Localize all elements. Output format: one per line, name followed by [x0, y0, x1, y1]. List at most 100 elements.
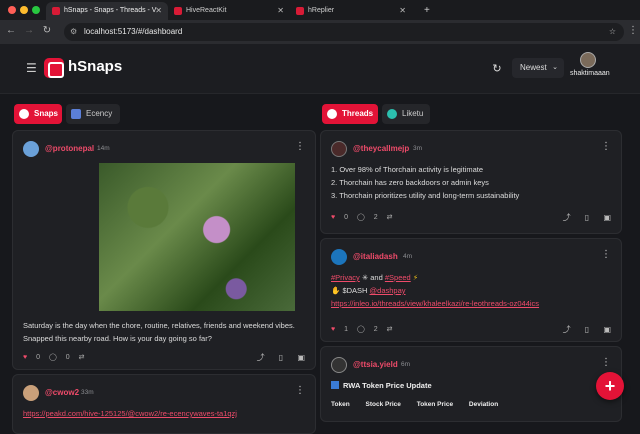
gift-icon[interactable]: ▣ [603, 325, 611, 334]
forward-icon[interactable]: → [22, 25, 36, 36]
post-link[interactable]: https://peakd.com/hive-125125/@cwow2/re-… [23, 409, 237, 418]
minimize-window-icon[interactable] [20, 6, 28, 14]
gift-icon[interactable]: ▣ [603, 213, 611, 222]
author-name[interactable]: @ttsia.yield [353, 360, 398, 369]
author-avatar[interactable] [23, 385, 39, 401]
text-and: and [370, 273, 383, 282]
browser-tab-hivereactkit[interactable]: HiveReactKit ✕ [168, 2, 290, 20]
toggle-snaps[interactable]: Snaps [14, 104, 62, 124]
toggle-liketu[interactable]: Liketu [382, 104, 430, 124]
post-tools: ⤴ ▯ ▣ [551, 212, 611, 223]
table-header: Token [331, 401, 350, 408]
hsnaps-favicon-icon [52, 7, 60, 15]
share-icon[interactable]: ⤴ [563, 325, 571, 334]
upvote-icon[interactable]: ♥ [331, 214, 335, 221]
post-image[interactable] [99, 163, 295, 311]
compose-button[interactable]: + [596, 372, 624, 400]
hashtag-link[interactable]: #Speed [385, 273, 411, 282]
toggle-threads[interactable]: Threads [322, 104, 378, 124]
author-avatar[interactable] [331, 249, 347, 265]
text-line: 3. Thorchain prioritizes utility and lon… [331, 191, 520, 200]
comment-count: 0 [65, 354, 70, 361]
threads-icon [327, 109, 337, 119]
more-options-icon[interactable]: ⋮ [601, 141, 611, 152]
maximize-window-icon[interactable] [32, 6, 40, 14]
vote-count: 0 [344, 214, 349, 221]
author-avatar[interactable] [331, 357, 347, 373]
toggle-label: Snaps [34, 109, 59, 118]
author-name[interactable]: @italiadash [353, 252, 398, 261]
comment-icon[interactable]: ◯ [49, 353, 57, 361]
tab-bar: hSnaps - Snaps - Threads - V ✕ HiveReact… [0, 0, 640, 20]
post-title-text: RWA Token Price Update [343, 381, 432, 390]
more-options-icon[interactable]: ⋮ [295, 141, 305, 152]
more-options-icon[interactable]: ⋮ [601, 357, 611, 368]
table-header: Stock Price [365, 401, 401, 408]
tab-label: hReplier [308, 7, 335, 14]
share-icon[interactable]: ⤴ [257, 353, 265, 362]
upvote-icon[interactable]: ♥ [331, 326, 335, 333]
reload-icon[interactable]: ↻ [40, 25, 54, 36]
reblog-icon[interactable]: ⇄ [387, 213, 393, 221]
vote-count: 1 [344, 326, 349, 333]
thread-card: @theycallmejp 3m ⋮ 1. Over 98% of Thorch… [320, 130, 622, 234]
hashtag-link[interactable]: #Privacy [331, 273, 360, 282]
post-link[interactable]: https://inleo.io/threads/view/khaleelkaz… [331, 299, 539, 308]
author-avatar[interactable] [331, 141, 347, 157]
address-bar[interactable]: ⚙ localhost:5173/#/dashboard ☆ [64, 23, 624, 41]
bookmark-icon[interactable]: ▯ [585, 325, 589, 334]
author-name[interactable]: @protonepal [45, 144, 94, 153]
close-tab-icon[interactable]: ✕ [277, 2, 284, 20]
app-header: ☰ hSnaps ↻ Newest ⌄ shaktimaaan [0, 44, 640, 94]
back-icon[interactable]: ← [4, 25, 18, 36]
left-column: Snaps Ecency @protonepal 14m ⋮ Saturday … [12, 104, 316, 434]
reblog-icon[interactable]: ⇄ [387, 325, 393, 333]
post-time: 6m [401, 361, 411, 368]
sort-select[interactable]: Newest ⌄ [512, 58, 564, 78]
thread-card: @ttsia.yield 6m ⋮ RWA Token Price Update… [320, 346, 622, 422]
browser-tab-hreplier[interactable]: hReplier ✕ [290, 2, 412, 20]
post-text: Saturday is the day when the chore, rout… [23, 321, 295, 343]
comment-icon[interactable]: ◯ [357, 325, 365, 333]
reblog-icon[interactable]: ⇄ [79, 353, 85, 361]
snap-card: @protonepal 14m ⋮ Saturday is the day wh… [12, 130, 316, 370]
mention-link[interactable]: @dashpay [370, 286, 406, 295]
snaps-icon [19, 109, 29, 119]
post-actions: ♥ 0 ◯ 0 ⇄ [23, 353, 92, 361]
author-avatar[interactable] [23, 141, 39, 157]
refresh-button[interactable]: ↻ [488, 60, 506, 78]
close-window-icon[interactable] [8, 6, 16, 14]
author-name[interactable]: @cwow2 [45, 388, 79, 397]
gift-icon[interactable]: ▣ [297, 353, 305, 362]
browser-tab-hsnaps[interactable]: hSnaps - Snaps - Threads - V ✕ [46, 2, 168, 20]
hreplier-favicon-icon [296, 7, 304, 15]
comment-icon[interactable]: ◯ [357, 213, 365, 221]
post-time: 3m [413, 145, 423, 152]
menu-icon[interactable]: ☰ [26, 61, 37, 75]
share-icon[interactable]: ⤴ [563, 213, 571, 222]
browser-menu-icon[interactable]: ⋮ [626, 25, 640, 36]
user-avatar[interactable] [580, 52, 596, 68]
thread-card: @italiadash 4m ⋮ #Privacy ✳ and #Speed ⚡… [320, 238, 622, 342]
toggle-ecency[interactable]: Ecency [66, 104, 120, 124]
more-options-icon[interactable]: ⋮ [601, 249, 611, 260]
bookmark-star-icon[interactable]: ☆ [609, 23, 616, 41]
new-tab-icon[interactable]: + [418, 2, 438, 20]
post-actions: ♥ 1 ◯ 2 ⇄ [331, 325, 400, 333]
vote-count: 0 [36, 354, 41, 361]
close-tab-icon[interactable]: ✕ [155, 2, 162, 20]
text-line: 2. Thorchain has zero backdoors or admin… [331, 178, 489, 187]
bookmark-icon[interactable]: ▯ [585, 213, 589, 222]
site-info-icon[interactable]: ⚙ [70, 23, 77, 41]
upvote-icon[interactable]: ♥ [23, 354, 27, 361]
post-title: RWA Token Price Update [331, 381, 432, 390]
post-time: 4m [403, 253, 413, 260]
hsnaps-logo-icon[interactable] [44, 58, 64, 78]
bookmark-icon[interactable]: ▯ [279, 353, 283, 362]
author-name[interactable]: @theycallmejp [353, 144, 409, 153]
flower-photo [99, 163, 295, 311]
more-options-icon[interactable]: ⋮ [295, 385, 305, 396]
close-tab-icon[interactable]: ✕ [399, 2, 406, 20]
post-tools: ⤴ ▯ ▣ [551, 324, 611, 335]
comment-count: 2 [373, 326, 378, 333]
